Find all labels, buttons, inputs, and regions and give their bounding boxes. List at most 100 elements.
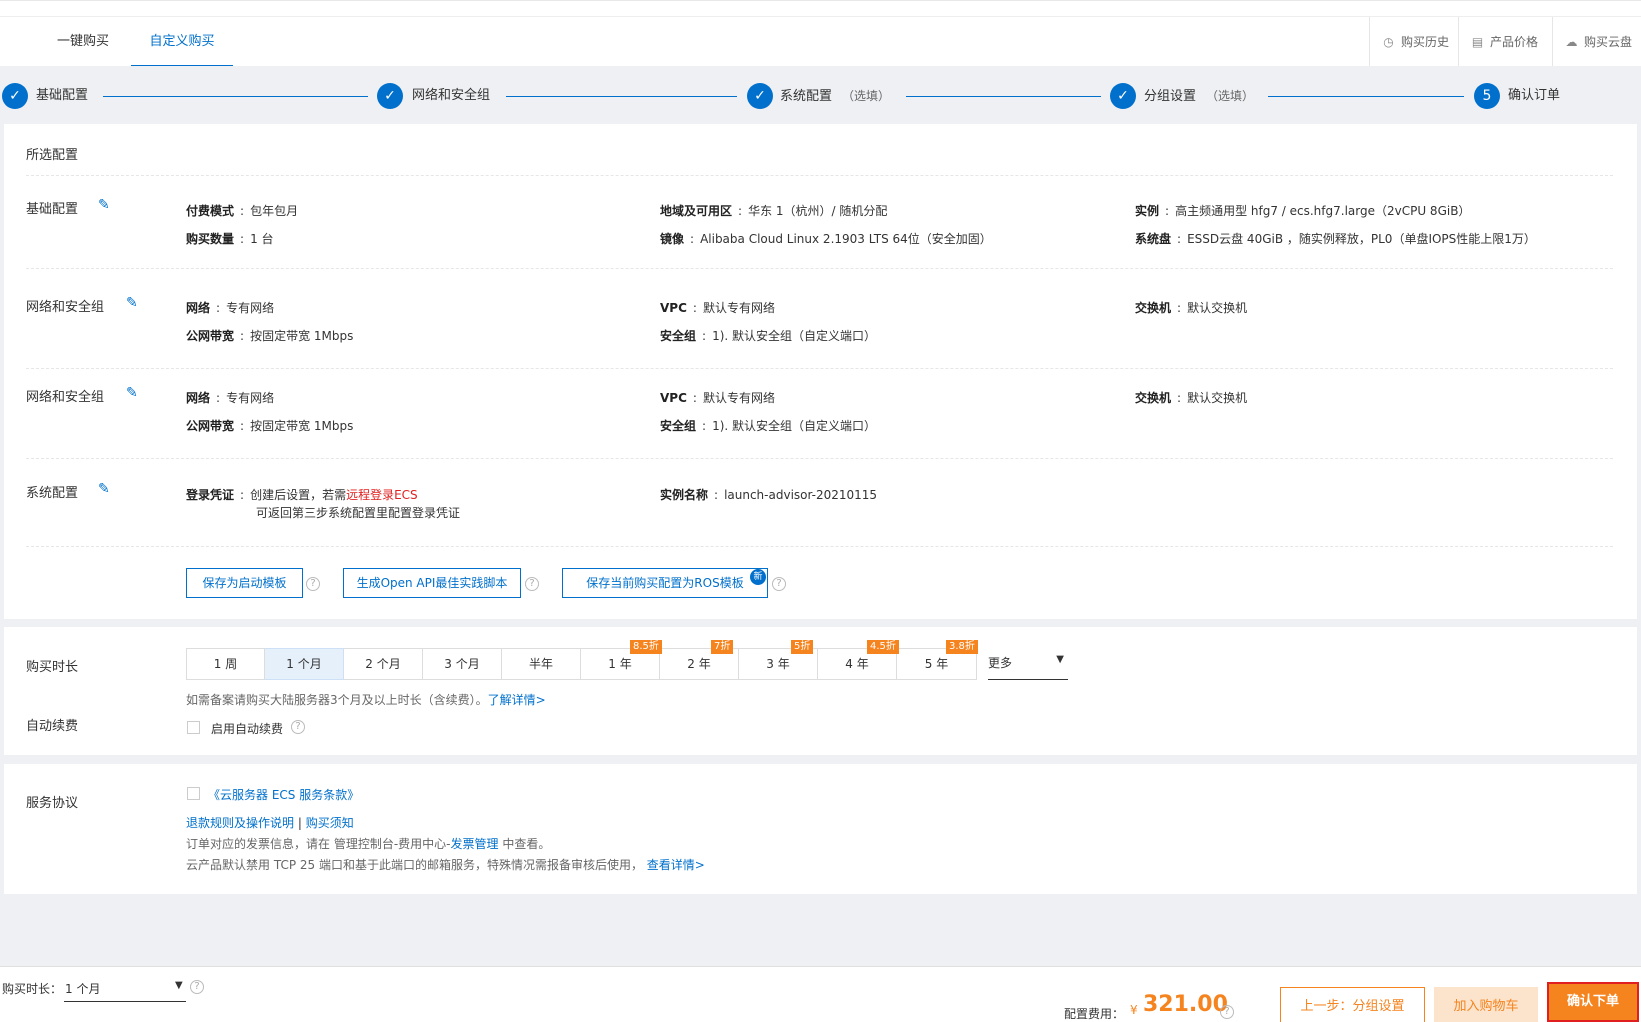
- duration-title: 购买时长: [26, 660, 79, 675]
- discount-badge: 5折: [791, 640, 814, 654]
- learn-more-link[interactable]: 了解详情>: [488, 693, 546, 707]
- help-icon[interactable]: ?: [306, 577, 320, 591]
- duration-option-1-week[interactable]: 1 周: [186, 648, 265, 680]
- currency-symbol: ¥: [1130, 1003, 1138, 1017]
- product-price-link[interactable]: ▤ 产品价格: [1458, 17, 1538, 67]
- instance-name: 实例名称: launch-advisor-20210115: [660, 488, 878, 502]
- step-2-check-icon: ✓: [377, 83, 403, 109]
- public-bandwidth: 公网带宽: 按固定带宽 1Mbps: [186, 419, 354, 433]
- buy-cloud-disk-label: 购买云盘: [1584, 35, 1633, 49]
- purchase-history-link[interactable]: ◷ 购买历史: [1369, 17, 1449, 67]
- instance-type: 实例: 高主频通用型 hfg7 / ecs.hfg7.large（2vCPU 8G…: [1135, 204, 1471, 218]
- ecs-terms-link[interactable]: 《云服务器 ECS 服务条款》: [208, 786, 359, 803]
- basic-config-title: 基础配置: [26, 202, 79, 217]
- product-price-label: 产品价格: [1490, 35, 1539, 49]
- bottom-duration-label: 购买时长：: [2, 982, 63, 996]
- generate-openapi-script-button[interactable]: 生成Open API最佳实践脚本: [343, 568, 521, 598]
- edit-system-config-icon[interactable]: ✎: [98, 481, 110, 497]
- remote-login-ecs-text: 远程登录ECS: [346, 488, 418, 502]
- edit-network-icon[interactable]: ✎: [126, 385, 138, 401]
- login-credential: 登录凭证: 创建后设置，若需远程登录ECS: [186, 488, 418, 502]
- fee-label: 配置费用：: [1064, 1007, 1125, 1021]
- help-icon[interactable]: ?: [291, 720, 305, 734]
- step-connector: [906, 96, 1101, 97]
- security-group: 安全组:1). 默认安全组（自定义端口）: [660, 329, 877, 343]
- vswitch: 交换机: 默认交换机: [1135, 391, 1248, 405]
- top-bar: 一键购买 自定义购买 ◷ 购买历史 ▤ 产品价格 ☁ 购买云盘: [0, 0, 1641, 67]
- save-launch-template-button[interactable]: 保存为启动模板: [186, 568, 303, 598]
- edit-network-icon[interactable]: ✎: [126, 295, 138, 311]
- divider: [26, 268, 1613, 269]
- auto-renew-title: 自动续费: [26, 719, 79, 734]
- step-connector: [506, 96, 737, 97]
- duration-option-2-months[interactable]: 2 个月: [344, 648, 423, 680]
- pay-mode: 付费模式: 包年包月: [186, 204, 299, 218]
- auto-renew-label[interactable]: 启用自动续费: [211, 720, 283, 737]
- network-security-title: 网络和安全组: [26, 300, 105, 315]
- caret-down-icon: ▼: [1056, 654, 1064, 665]
- port-details-link[interactable]: 查看详情>: [647, 858, 705, 872]
- vpc: VPC: 默认专有网络: [660, 301, 775, 315]
- help-icon[interactable]: ?: [525, 577, 539, 591]
- network-security-title: 网络和安全组: [26, 390, 105, 405]
- refund-links: 退款规则及操作说明 | 购买须知: [186, 814, 354, 831]
- help-icon[interactable]: ?: [772, 577, 786, 591]
- duration-option-3-months[interactable]: 3 个月: [423, 648, 502, 680]
- divider: [26, 175, 1613, 176]
- help-icon[interactable]: ?: [190, 980, 204, 994]
- auto-renew-checkbox[interactable]: [187, 721, 200, 734]
- divider: [26, 368, 1613, 369]
- step-1-check-icon: ✓: [2, 83, 28, 109]
- image: 镜像: Alibaba Cloud Linux 2.1903 LTS 64位（安全…: [660, 232, 992, 246]
- step-5-number: 5: [1474, 83, 1500, 109]
- previous-step-button[interactable]: 上一步：分组设置: [1280, 987, 1425, 1022]
- step-connector: [103, 96, 368, 97]
- more-duration-select[interactable]: 更多 ▼: [988, 654, 1068, 680]
- document-icon: ▤: [1471, 35, 1484, 49]
- confirm-order-button[interactable]: 确认下单: [1547, 982, 1639, 1022]
- more-duration-label: 更多: [988, 656, 1013, 670]
- region-zone: 地域及可用区: 华东 1（杭州）/ 随机分配: [660, 204, 888, 218]
- step-3-check-icon: ✓: [747, 83, 773, 109]
- agreement-checkbox[interactable]: [187, 787, 200, 800]
- network-type: 网络: 专有网络: [186, 301, 275, 315]
- divider: [26, 546, 1613, 547]
- bottom-duration-select[interactable]: 1 个月 ▼: [64, 974, 186, 1002]
- tab-one-click-buy[interactable]: 一键购买: [42, 17, 124, 67]
- system-disk: 系统盘: ESSD云盘 40GiB ，随实例释放，PL0（单盘IOPS性能上限1万…: [1135, 232, 1536, 246]
- agreement-title: 服务协议: [26, 796, 79, 811]
- duration-option-1-month[interactable]: 1 个月: [265, 648, 344, 680]
- step-3-label[interactable]: 系统配置 （选填）: [780, 86, 890, 107]
- purchase-history-label: 购买历史: [1401, 35, 1450, 49]
- total-price: 321.00: [1143, 992, 1228, 1017]
- port-note: 云产品默认禁用 TCP 25 端口和基于此端口的邮箱服务，特殊情况需报备审核后使…: [186, 858, 705, 872]
- discount-badge: 3.8折: [946, 640, 978, 654]
- discount-badge: 7折: [711, 640, 734, 654]
- help-icon[interactable]: ?: [1220, 1005, 1234, 1019]
- invoice-management-link[interactable]: 发票管理: [450, 837, 498, 851]
- purchase-notice-link[interactable]: 购买须知: [306, 816, 354, 830]
- add-to-cart-button[interactable]: 加入购物车: [1434, 987, 1538, 1022]
- cloud-icon: ☁: [1565, 35, 1578, 49]
- vpc: VPC: 默认专有网络: [660, 391, 775, 405]
- duration-option-half-year[interactable]: 半年: [502, 648, 581, 680]
- step-indicator: ✓ 基础配置 ✓ 网络和安全组 ✓ 系统配置 （选填） ✓ 分组设置 （选填） 5 …: [0, 66, 1641, 124]
- discount-badge: 8.5折: [630, 640, 662, 654]
- step-1-label[interactable]: 基础配置: [36, 86, 88, 106]
- system-config-title: 系统配置: [26, 486, 79, 501]
- step-2-label[interactable]: 网络和安全组: [412, 86, 490, 106]
- discount-badge: 4.5折: [867, 640, 899, 654]
- buy-cloud-disk-link[interactable]: ☁ 购买云盘: [1552, 17, 1632, 67]
- clock-icon: ◷: [1383, 35, 1394, 49]
- purchase-quantity: 购买数量:1 台: [186, 232, 274, 246]
- security-group: 安全组:1). 默认安全组（自定义端口）: [660, 419, 877, 433]
- step-5-label: 确认订单: [1508, 88, 1561, 103]
- refund-rules-link[interactable]: 退款规则及操作说明: [186, 816, 294, 830]
- vswitch: 交换机: 默认交换机: [1135, 301, 1248, 315]
- tab-custom-buy[interactable]: 自定义购买: [131, 17, 233, 67]
- invoice-note: 订单对应的发票信息，请在 管理控制台-费用中心-发票管理 中查看。: [186, 837, 551, 851]
- step-4-label[interactable]: 分组设置 （选填）: [1144, 86, 1254, 107]
- edit-basic-config-icon[interactable]: ✎: [98, 197, 110, 213]
- save-ros-template-button[interactable]: 保存当前购买配置为ROS模板: [562, 568, 768, 598]
- link-divider: |: [297, 816, 302, 830]
